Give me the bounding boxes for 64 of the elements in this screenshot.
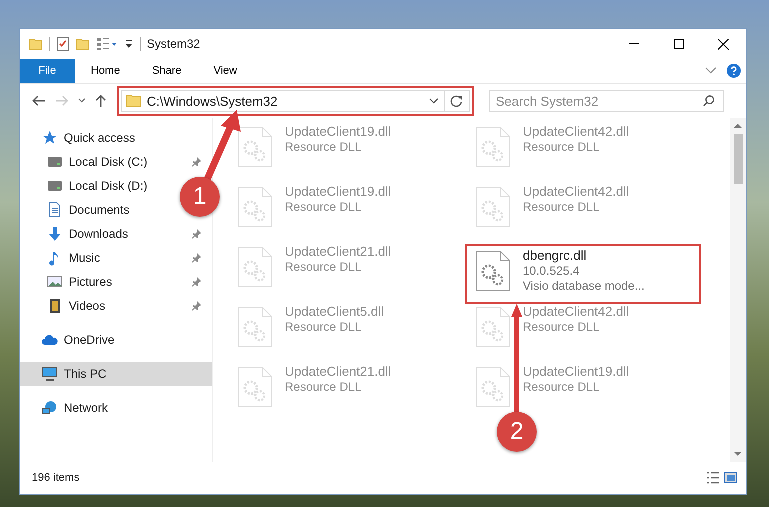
document-icon bbox=[47, 202, 63, 218]
file-detail: Resource DLL bbox=[285, 200, 363, 214]
back-icon[interactable] bbox=[32, 95, 46, 107]
dropdown-icon[interactable] bbox=[124, 39, 134, 49]
scroll-thumb[interactable] bbox=[734, 134, 742, 184]
network-icon bbox=[42, 400, 58, 416]
file-detail: Resource DLL bbox=[523, 380, 601, 394]
scroll-up-icon[interactable] bbox=[734, 123, 742, 128]
up-icon[interactable] bbox=[95, 94, 107, 108]
minimize-icon bbox=[628, 43, 638, 45]
folder-icon bbox=[126, 94, 142, 108]
sidebar-item[interactable]: Quick access bbox=[20, 126, 212, 150]
sidebar-item[interactable]: Pictures bbox=[20, 270, 212, 294]
sidebar-item[interactable]: Local Disk (D:) bbox=[20, 174, 158, 198]
item-count: 196 items bbox=[32, 472, 80, 484]
picture-icon bbox=[47, 274, 63, 290]
close-icon bbox=[718, 38, 729, 50]
sidebar-item[interactable]: Documents bbox=[20, 198, 140, 222]
customize-icon[interactable] bbox=[96, 37, 118, 51]
drive-icon bbox=[47, 178, 63, 194]
search-icon bbox=[703, 95, 715, 107]
video-icon bbox=[47, 298, 63, 314]
sidebar-item[interactable]: OneDrive bbox=[20, 328, 212, 352]
file-detail: Resource DLL bbox=[285, 260, 363, 274]
file-detail: Resource DLL bbox=[523, 320, 601, 334]
computer-icon bbox=[42, 366, 58, 382]
details-view-icon[interactable] bbox=[706, 472, 720, 484]
ribbon-tab[interactable]: Home bbox=[75, 59, 136, 83]
dll-file-icon[interactable] bbox=[475, 250, 511, 292]
window-title: System32 bbox=[147, 37, 200, 51]
download-icon bbox=[47, 226, 63, 242]
sidebar-item[interactable]: Music bbox=[20, 246, 212, 270]
file-item[interactable]: dbengrc.dll 10.0.525.4 Visio database mode... bbox=[465, 244, 701, 304]
ribbon-tab[interactable]: View bbox=[198, 59, 254, 83]
expand-ribbon-icon[interactable] bbox=[705, 67, 717, 75]
file-detail: Resource DLL bbox=[285, 380, 363, 394]
sidebar-item[interactable]: This PC bbox=[20, 362, 212, 386]
properties-icon[interactable] bbox=[56, 36, 70, 52]
dropdown-icon[interactable] bbox=[429, 98, 439, 104]
ribbon-tab[interactable]: Share bbox=[136, 59, 198, 83]
large-icons-view-icon[interactable] bbox=[724, 472, 738, 484]
file-detail: Resource DLL bbox=[285, 140, 363, 154]
help-icon[interactable] bbox=[727, 64, 741, 78]
scroll-down-icon[interactable] bbox=[734, 452, 742, 457]
sidebar-item[interactable]: Network bbox=[20, 396, 212, 420]
drive-icon bbox=[47, 154, 63, 170]
new-folder-icon[interactable] bbox=[76, 37, 90, 51]
folder-icon[interactable] bbox=[29, 37, 43, 51]
star-icon bbox=[42, 130, 58, 146]
sidebar-item[interactable]: Local Disk (C:) bbox=[20, 150, 212, 174]
search-field[interactable]: Search System32 bbox=[489, 90, 724, 112]
file-name[interactable]: dbengrc.dll bbox=[523, 248, 645, 263]
recent-locations-icon[interactable] bbox=[78, 98, 86, 104]
file-detail: Resource DLL bbox=[523, 140, 601, 154]
file-detail: Resource DLL bbox=[285, 320, 363, 334]
file-detail: Resource DLL bbox=[523, 200, 601, 214]
file-detail: 10.0.525.4 bbox=[523, 264, 581, 278]
maximize-icon bbox=[674, 39, 684, 49]
refresh-icon[interactable] bbox=[450, 94, 463, 108]
sidebar-item[interactable]: Downloads bbox=[20, 222, 212, 246]
file-tab[interactable]: File bbox=[20, 59, 75, 83]
sidebar-item[interactable]: Videos bbox=[20, 294, 212, 318]
scrollbar[interactable] bbox=[730, 118, 746, 462]
file-detail: Visio database mode... bbox=[523, 279, 645, 293]
